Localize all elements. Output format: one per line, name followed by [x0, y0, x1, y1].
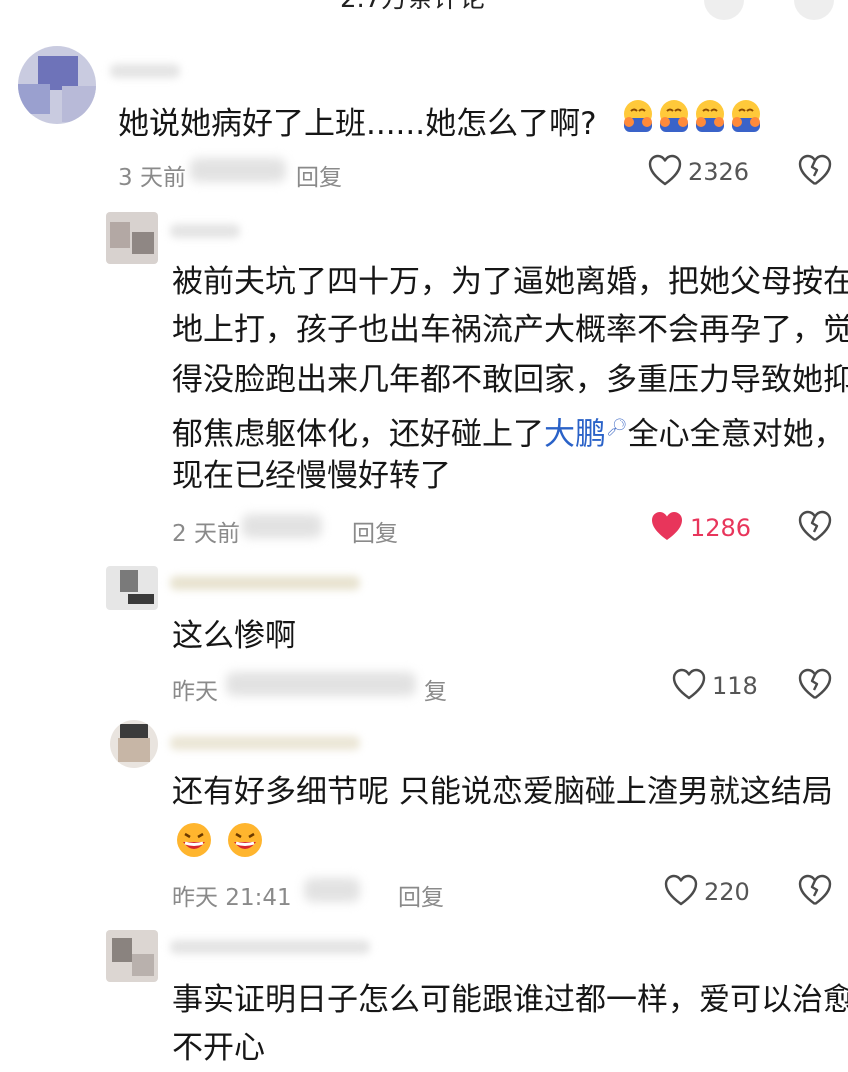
header-circle-button[interactable]	[704, 0, 744, 20]
grinning-emoji-icon	[174, 820, 214, 860]
comment-text-line: 得没脸跑出来几年都不敢回家，多重压力导致她抑	[172, 362, 848, 398]
username[interactable]	[170, 940, 370, 954]
reply-button[interactable]: 回复	[296, 158, 342, 192]
username[interactable]	[170, 736, 360, 750]
comment-time: 3 天前	[118, 165, 186, 191]
liked-heart-icon[interactable]	[650, 510, 684, 544]
reply-button[interactable]: 回复	[398, 878, 444, 912]
blurred-location	[226, 672, 416, 696]
close-button[interactable]	[794, 0, 834, 20]
dislike-broken-heart-icon[interactable]	[798, 874, 832, 908]
like-count: 220	[704, 878, 750, 906]
hugging-emoji-icon	[656, 98, 692, 134]
reply-button[interactable]: 回复	[352, 514, 398, 548]
comment-text: 郁焦虑躯体化，还好碰上了大鹏🔎︎全心全意对她，	[172, 404, 845, 458]
blurred-location	[242, 514, 322, 538]
hugging-emoji-icon	[692, 98, 728, 134]
avatar[interactable]	[106, 212, 158, 264]
comment-text-line: 她说她病好了上班......她怎么了啊?	[118, 106, 597, 142]
comment-text-line: 事实证明日子怎么可能跟谁过都一样，爱可以治愈	[172, 982, 848, 1018]
comments-header-title: 2.7万条评论	[340, 0, 485, 15]
comment-time: 昨天	[172, 679, 218, 705]
grinning-emoji-icon	[225, 820, 265, 860]
like-heart-icon[interactable]	[648, 154, 682, 188]
avatar[interactable]	[18, 46, 96, 124]
comment-text-line: 郁焦虑躯体化，还好碰上了	[172, 416, 544, 453]
reply-button[interactable]: 复	[424, 672, 447, 706]
like-count: 2326	[688, 158, 750, 186]
search-icon[interactable]: 🔎︎	[606, 418, 628, 438]
like-count: 1286	[690, 514, 752, 542]
username[interactable]	[170, 576, 360, 590]
comment-text: 她说她病好了上班......她怎么了啊?	[118, 98, 764, 148]
dislike-broken-heart-icon[interactable]	[798, 154, 832, 188]
hugging-emoji-icon	[620, 98, 656, 134]
comment-text-line: 地上打，孩子也出车祸流产大概率不会再孕了，觉	[172, 312, 848, 348]
dislike-broken-heart-icon[interactable]	[798, 668, 832, 702]
username[interactable]	[110, 64, 180, 78]
emoji-group	[174, 820, 265, 864]
emoji-group	[620, 100, 764, 142]
mention-link[interactable]: 大鹏	[544, 416, 606, 452]
comment-time: 昨天 21:41	[172, 885, 292, 911]
comment-text-line: 全心全意对她，	[627, 416, 845, 453]
hugging-emoji-icon	[728, 98, 764, 134]
comment-time: 2 天前	[172, 521, 240, 547]
like-heart-icon[interactable]	[672, 668, 706, 702]
blurred-location	[304, 878, 360, 902]
avatar[interactable]	[110, 720, 158, 768]
username[interactable]	[170, 224, 240, 238]
like-count: 118	[712, 672, 758, 700]
comment-text-line: 现在已经慢慢好转了	[172, 458, 451, 494]
comment-text-line: 被前夫坑了四十万，为了逼她离婚，把她父母按在	[172, 264, 848, 300]
dislike-broken-heart-icon[interactable]	[798, 510, 832, 544]
comment-text-line: 这么惨啊	[172, 618, 296, 654]
blurred-location	[190, 158, 286, 182]
avatar[interactable]	[106, 566, 158, 610]
comment-text-line: 还有好多细节呢 只能说恋爱脑碰上渣男就这结局	[172, 774, 833, 810]
comment-text-line: 不开心	[172, 1030, 265, 1066]
like-heart-icon[interactable]	[664, 874, 698, 908]
avatar[interactable]	[106, 930, 158, 982]
